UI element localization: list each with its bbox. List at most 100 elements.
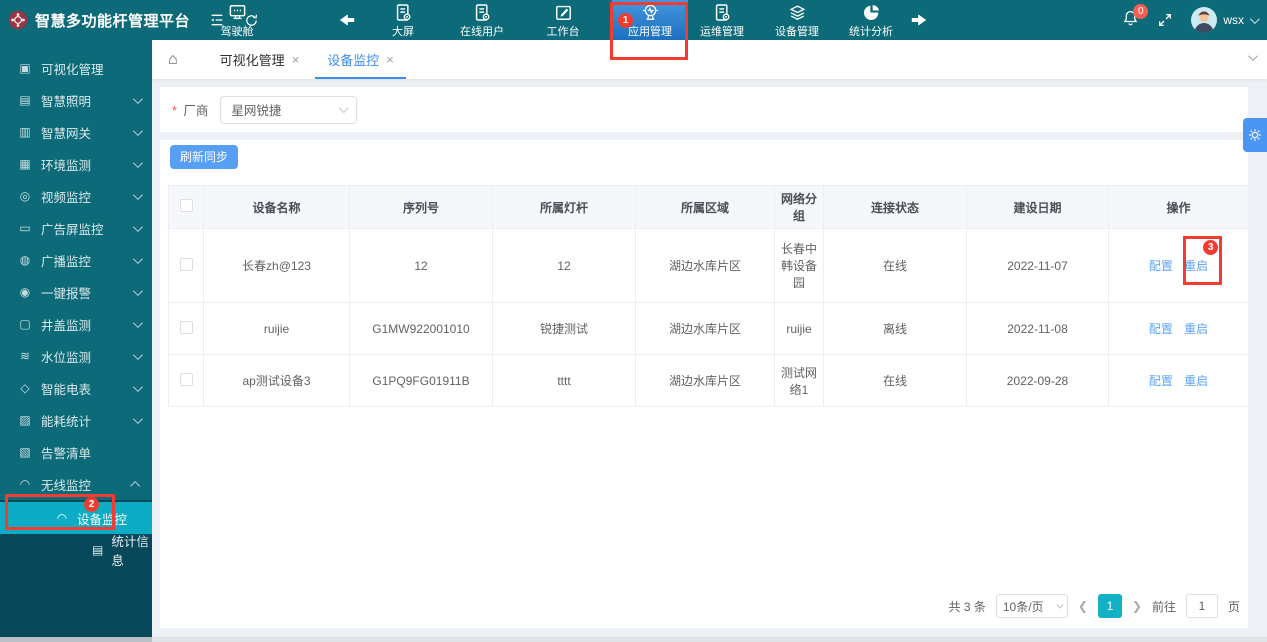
cell-device-name: 长春zh@123 <box>204 229 350 303</box>
chevron-down-icon <box>1250 14 1260 24</box>
sidebar-item-one-key-alarm[interactable]: ◉ 一键报警 <box>0 276 152 308</box>
chevron-down-icon <box>133 190 143 200</box>
sidebar-item-smart-lighting[interactable]: ▤ 智慧照明 <box>0 84 152 116</box>
vendor-filter-label: * 厂商 <box>172 100 208 119</box>
nav-item-online-users[interactable]: 在线用户 <box>447 0 517 40</box>
sidebar-item-wireless-monitoring[interactable]: ◠ 无线监控 <box>0 468 152 500</box>
nav-label: 驾驶舱 <box>221 23 254 39</box>
tab-options-chevron-icon[interactable] <box>1248 51 1258 61</box>
horizontal-scrollbar[interactable] <box>0 637 1267 642</box>
close-icon[interactable]: × <box>386 52 394 67</box>
tab-label: 可视化管理 <box>220 50 285 69</box>
cell-build-date: 2022-11-08 <box>967 303 1109 355</box>
sidebar-item-label: 无线监控 <box>41 475 133 494</box>
content-panel: 刷新同步 设备名称 序列号 所属灯杆 所属区域 网络分组 连接状态 建 <box>160 140 1248 628</box>
sidebar-item-alarm-list[interactable]: ▧ 告警清单 <box>0 436 152 468</box>
fullscreen-icon[interactable] <box>1157 12 1173 28</box>
sidebar-item-label: 一键报警 <box>41 283 133 302</box>
arrow-left-icon <box>337 12 357 28</box>
water-level-monitoring-icon: ≋ <box>18 349 32 363</box>
manhole-monitoring-icon: ▢ <box>18 317 32 331</box>
row-checkbox[interactable] <box>180 373 193 386</box>
refresh-sync-button[interactable]: 刷新同步 <box>170 145 238 169</box>
sidebar-item-video-surveillance[interactable]: ◎ 视频监控 <box>0 180 152 212</box>
edit-icon <box>554 3 573 22</box>
sidebar-item-water-level-monitoring[interactable]: ≋ 水位监测 <box>0 340 152 372</box>
nav-item-workbench[interactable]: 工作台 <box>528 0 598 40</box>
cell-area: 湖边水库片区 <box>636 303 775 355</box>
visual-management-icon: ▣ <box>18 61 32 75</box>
annotation-badge-3: 3 <box>1203 240 1218 255</box>
prev-page-button[interactable]: ❮ <box>1078 599 1088 613</box>
sidebar-item-label: 井盖监测 <box>41 315 133 334</box>
col-actions: 操作 <box>1109 186 1249 229</box>
sidebar-item-smart-gateway[interactable]: ▥ 智慧网关 <box>0 116 152 148</box>
top-header: 智慧多功能杆管理平台 驾驶舱 <box>0 0 1267 40</box>
nav-item-device-management[interactable]: 设备管理 <box>762 0 832 40</box>
sidebar-item-label: 设备监控 <box>77 509 127 528</box>
energy-statistics-icon: ▨ <box>18 413 32 427</box>
home-icon[interactable]: ⌂ <box>168 51 178 69</box>
restart-link[interactable]: 重启 <box>1184 322 1208 336</box>
chevron-down-icon <box>133 158 143 168</box>
sidebar-item-ad-screen-monitoring[interactable]: ▭ 广告屏监控 <box>0 212 152 244</box>
sidebar-item-smart-meter[interactable]: ◇ 智能电表 <box>0 372 152 404</box>
nav-item-big-screen[interactable]: 大屏 <box>368 0 438 40</box>
user-menu[interactable]: wsx <box>1191 7 1257 33</box>
config-link[interactable]: 配置 <box>1149 322 1173 336</box>
page-number-1[interactable]: 1 <box>1098 594 1122 618</box>
nav-label: 工作台 <box>547 23 580 39</box>
doc-gear-icon <box>394 3 413 22</box>
vendor-select-value: 星网锐捷 <box>231 100 281 119</box>
avatar <box>1191 7 1217 33</box>
page-suffix: 页 <box>1228 598 1240 615</box>
chevron-down-icon <box>133 254 143 264</box>
app-title: 智慧多功能杆管理平台 <box>35 10 190 31</box>
sidebar-item-statistics-info[interactable]: ▤ 统计信息 <box>0 534 152 566</box>
col-area: 所属区域 <box>636 186 775 229</box>
nav-scroll-right[interactable] <box>902 0 936 40</box>
sidebar-item-device-monitoring[interactable]: ◠ 设备监控 <box>0 502 152 534</box>
sidebar-item-visual-management[interactable]: ▣ 可视化管理 <box>0 52 152 84</box>
sidebar-item-broadcast-monitoring[interactable]: ◍ 广播监控 <box>0 244 152 276</box>
tab-visual-management[interactable]: 可视化管理 × <box>206 40 314 79</box>
alarm-list-icon: ▧ <box>18 445 32 459</box>
config-link[interactable]: 配置 <box>1149 374 1173 388</box>
scrollbar-thumb[interactable] <box>0 637 152 642</box>
cell-network-group: 长春中韩设备园 <box>775 229 824 303</box>
sidebar-item-manhole-monitoring[interactable]: ▢ 井盖监测 <box>0 308 152 340</box>
nav-item-ops-management[interactable]: 运维管理 <box>687 0 757 40</box>
restart-link[interactable]: 重启 <box>1184 259 1208 273</box>
chevron-down-icon <box>133 350 143 360</box>
sidebar-item-energy-statistics[interactable]: ▨ 能耗统计 <box>0 404 152 436</box>
row-checkbox[interactable] <box>180 258 193 271</box>
nav-label: 运维管理 <box>700 23 744 39</box>
cell-network-group: ruijie <box>775 303 824 355</box>
config-link[interactable]: 配置 <box>1149 259 1173 273</box>
nav-item-statistics[interactable]: 统计分析 <box>836 0 906 40</box>
tab-device-monitoring[interactable]: 设备监控 × <box>313 40 408 79</box>
cell-pole: 12 <box>493 229 636 303</box>
notification-bell-icon[interactable]: 0 <box>1122 9 1139 32</box>
goto-page-input[interactable] <box>1186 594 1218 618</box>
settings-gear-button[interactable] <box>1243 118 1267 152</box>
nav-label: 统计分析 <box>849 23 893 39</box>
next-page-button[interactable]: ❯ <box>1132 599 1142 613</box>
nav-scroll-left[interactable] <box>330 0 364 40</box>
smart-gateway-icon: ▥ <box>18 125 32 139</box>
page-size-select[interactable]: 10条/页 <box>996 594 1068 618</box>
select-all-checkbox[interactable] <box>180 199 193 212</box>
close-icon[interactable]: × <box>292 52 300 67</box>
row-checkbox[interactable] <box>180 321 193 334</box>
nav-item-cockpit[interactable]: 驾驶舱 <box>202 0 272 40</box>
sidebar-item-environment-monitoring[interactable]: ▦ 环境监测 <box>0 148 152 180</box>
total-count: 共 3 条 <box>949 598 986 615</box>
vendor-select[interactable]: 星网锐捷 <box>220 96 357 124</box>
sidebar-item-label: 可视化管理 <box>41 59 140 78</box>
sidebar-item-label: 智慧网关 <box>41 123 133 142</box>
header-right: 0 wsx <box>1122 0 1257 40</box>
restart-link[interactable]: 重启 <box>1184 374 1208 388</box>
cell-serial: G1PQ9FG01911B <box>350 355 493 407</box>
ad-screen-monitoring-icon: ▭ <box>18 221 32 235</box>
nav-label: 设备管理 <box>775 23 819 39</box>
